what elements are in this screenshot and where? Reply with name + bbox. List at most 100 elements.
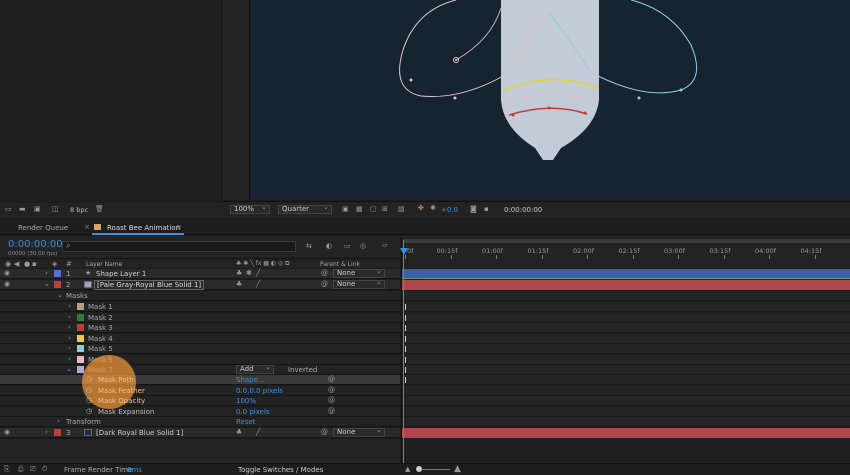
mask-property-value[interactable]: 0.0 pixels [236, 408, 270, 416]
pickwhip-icon[interactable]: @ [328, 375, 335, 383]
expand-arrow-icon[interactable]: › [45, 269, 48, 277]
mask-visibility-icon[interactable]: ▢ [370, 205, 377, 213]
collapse-arrow-icon[interactable]: ⌄ [44, 280, 50, 288]
draft-3d-icon[interactable]: ◐ [326, 242, 332, 250]
mask-color-swatch[interactable] [77, 334, 84, 342]
mask-row[interactable]: › Mask 2 [0, 312, 400, 323]
expand-layer-switches-icon[interactable]: ⎘ [4, 465, 10, 474]
stopwatch-icon[interactable]: ◷ [86, 375, 92, 383]
parent-dropdown[interactable]: None [333, 427, 385, 437]
mask-color-swatch[interactable] [77, 313, 84, 321]
layer-row[interactable]: ◉ ⌄ 2 [Pale Gray-Royal Blue Solid 1] ♣ ╱… [0, 279, 400, 290]
quality-switch-icon[interactable]: ╱ [256, 428, 260, 436]
grid-icon[interactable]: ⊞ [382, 205, 388, 213]
label-icon[interactable]: ◈ [52, 260, 57, 268]
adjust-icon[interactable]: ◫ [52, 205, 59, 213]
expand-transfer-icon[interactable]: ⎙ [18, 465, 24, 474]
resolution-dropdown[interactable]: Quarter [278, 204, 332, 214]
mask-property-name[interactable]: Mask Expansion [98, 408, 154, 416]
pickwhip-icon[interactable]: @ [328, 386, 335, 394]
mask-name[interactable]: Mask 2 [88, 314, 113, 322]
expand-arrow-icon[interactable]: › [57, 417, 60, 425]
layer-row[interactable]: ◉ › 1 ★ Shape Layer 1 ♣ ✱ ╱ @ None [0, 268, 400, 279]
color-management-icon[interactable]: ✤ [418, 204, 424, 212]
shy-switch-icon[interactable]: ♣ [236, 269, 242, 277]
layer-label-color[interactable] [54, 281, 61, 288]
search-input[interactable]: ⌕ [62, 241, 296, 252]
shy-switch-icon[interactable]: ♣ [236, 428, 242, 436]
track-bar-layer-3[interactable] [402, 428, 850, 438]
masks-group-label[interactable]: Masks [66, 292, 88, 300]
composition-viewer[interactable] [251, 0, 850, 200]
keyframe-marker[interactable] [405, 314, 406, 321]
zoom-slider-thumb[interactable] [416, 466, 422, 472]
stopwatch-icon[interactable]: ◷ [86, 396, 92, 404]
layer-label-color[interactable] [54, 429, 61, 436]
pickwhip-icon[interactable]: @ [321, 428, 328, 436]
number-icon[interactable]: # [66, 260, 72, 268]
exposure-value[interactable]: +0.0 [441, 206, 458, 214]
region-of-interest-icon[interactable]: ▣ [342, 205, 349, 213]
mask-row[interactable]: › Mask 3 [0, 323, 400, 333]
comp-mini-flowchart-icon[interactable]: ⇆ [306, 242, 312, 250]
layer-name[interactable]: [Dark Royal Blue Solid 1] [96, 429, 183, 437]
lock-icon[interactable]: ▪ [32, 260, 37, 268]
transform-label[interactable]: Transform [66, 418, 101, 426]
transform-reset[interactable]: Reset [236, 418, 256, 426]
shy-switch-icon[interactable]: ♣ [236, 280, 242, 288]
graph-editor-icon[interactable]: ▱ [382, 241, 387, 249]
keyframe-marker[interactable] [405, 356, 406, 363]
viewer-timecode[interactable]: 0:00:00:00 [504, 206, 542, 214]
track-bar-layer-2[interactable] [402, 280, 850, 290]
motion-blur-icon[interactable]: ◎ [360, 242, 366, 250]
mask-property-value[interactable]: 100% [236, 397, 256, 405]
visibility-icon[interactable]: ◉ [4, 280, 10, 288]
expand-arrow-icon[interactable]: › [68, 313, 71, 321]
keyframe-marker[interactable] [405, 367, 406, 373]
visibility-icon[interactable]: ◉ [4, 428, 10, 436]
inverted-label[interactable]: Inverted [288, 366, 317, 374]
new-folder-icon[interactable]: ▬ [19, 205, 26, 213]
mask-property-value[interactable]: Shape... [236, 376, 265, 384]
collapse-arrow-icon[interactable]: ⌄ [66, 365, 72, 373]
pickwhip-icon[interactable]: @ [328, 396, 335, 404]
zoom-dropdown[interactable]: 100% [230, 204, 270, 214]
keyframe-marker[interactable] [405, 335, 406, 342]
playhead-handle[interactable] [400, 248, 408, 255]
bit-depth[interactable]: 8 bpc [70, 206, 88, 214]
playhead[interactable] [403, 240, 404, 463]
mask-property-name[interactable]: Mask Feather [98, 387, 145, 395]
mask-property-row[interactable]: 100% @ [0, 396, 400, 406]
expand-arrow-icon[interactable]: › [68, 334, 71, 342]
transform-row[interactable]: › Transform Reset [0, 417, 400, 427]
mask-property-row[interactable]: 0.0,0.0 pixels @ [0, 385, 400, 396]
layer-label-color[interactable] [54, 270, 61, 277]
eye-icon[interactable]: ◉ [5, 260, 11, 268]
stopwatch-icon[interactable]: ◷ [86, 407, 92, 415]
zoom-in-mountain-icon[interactable]: ▲ [454, 464, 461, 474]
keyframe-marker[interactable] [405, 346, 406, 352]
masks-group-row[interactable]: ⌄ Masks [0, 291, 400, 301]
expand-arrow-icon[interactable]: › [68, 355, 71, 363]
transparency-grid-icon[interactable]: ▦ [356, 205, 363, 213]
audio-icon[interactable]: ◀ [14, 260, 19, 268]
mask-property-name[interactable]: Mask Path [98, 376, 134, 384]
expand-arrow-icon[interactable]: › [45, 428, 48, 436]
visibility-icon[interactable]: ◉ [4, 269, 10, 277]
expand-timing-icon[interactable]: ⎚ [30, 465, 36, 474]
zoom-out-mountain-icon[interactable]: ▲ [405, 465, 410, 473]
snapshot-icon[interactable]: ◙ [470, 205, 477, 213]
col-parent[interactable]: Parent & Link [320, 261, 360, 268]
tab-menu-icon[interactable]: ≡ [176, 223, 182, 231]
parent-dropdown[interactable]: None [333, 268, 385, 278]
stopwatch-icon[interactable]: ◷ [86, 386, 92, 394]
expand-arrow-icon[interactable]: › [68, 302, 71, 310]
collapse-switch-icon[interactable]: ✱ [246, 269, 252, 277]
color-picker-icon[interactable]: ▨ [398, 205, 405, 213]
toggle-switches-modes[interactable]: Toggle Switches / Modes [238, 466, 323, 474]
collapse-arrow-icon[interactable]: ⌄ [57, 291, 63, 299]
show-snapshot-icon[interactable]: ▪ [484, 205, 489, 213]
mask-mode-dropdown[interactable]: Add [236, 364, 274, 374]
pickwhip-icon[interactable]: @ [328, 407, 335, 415]
interpret-footage-icon[interactable]: ▭ [5, 205, 12, 213]
